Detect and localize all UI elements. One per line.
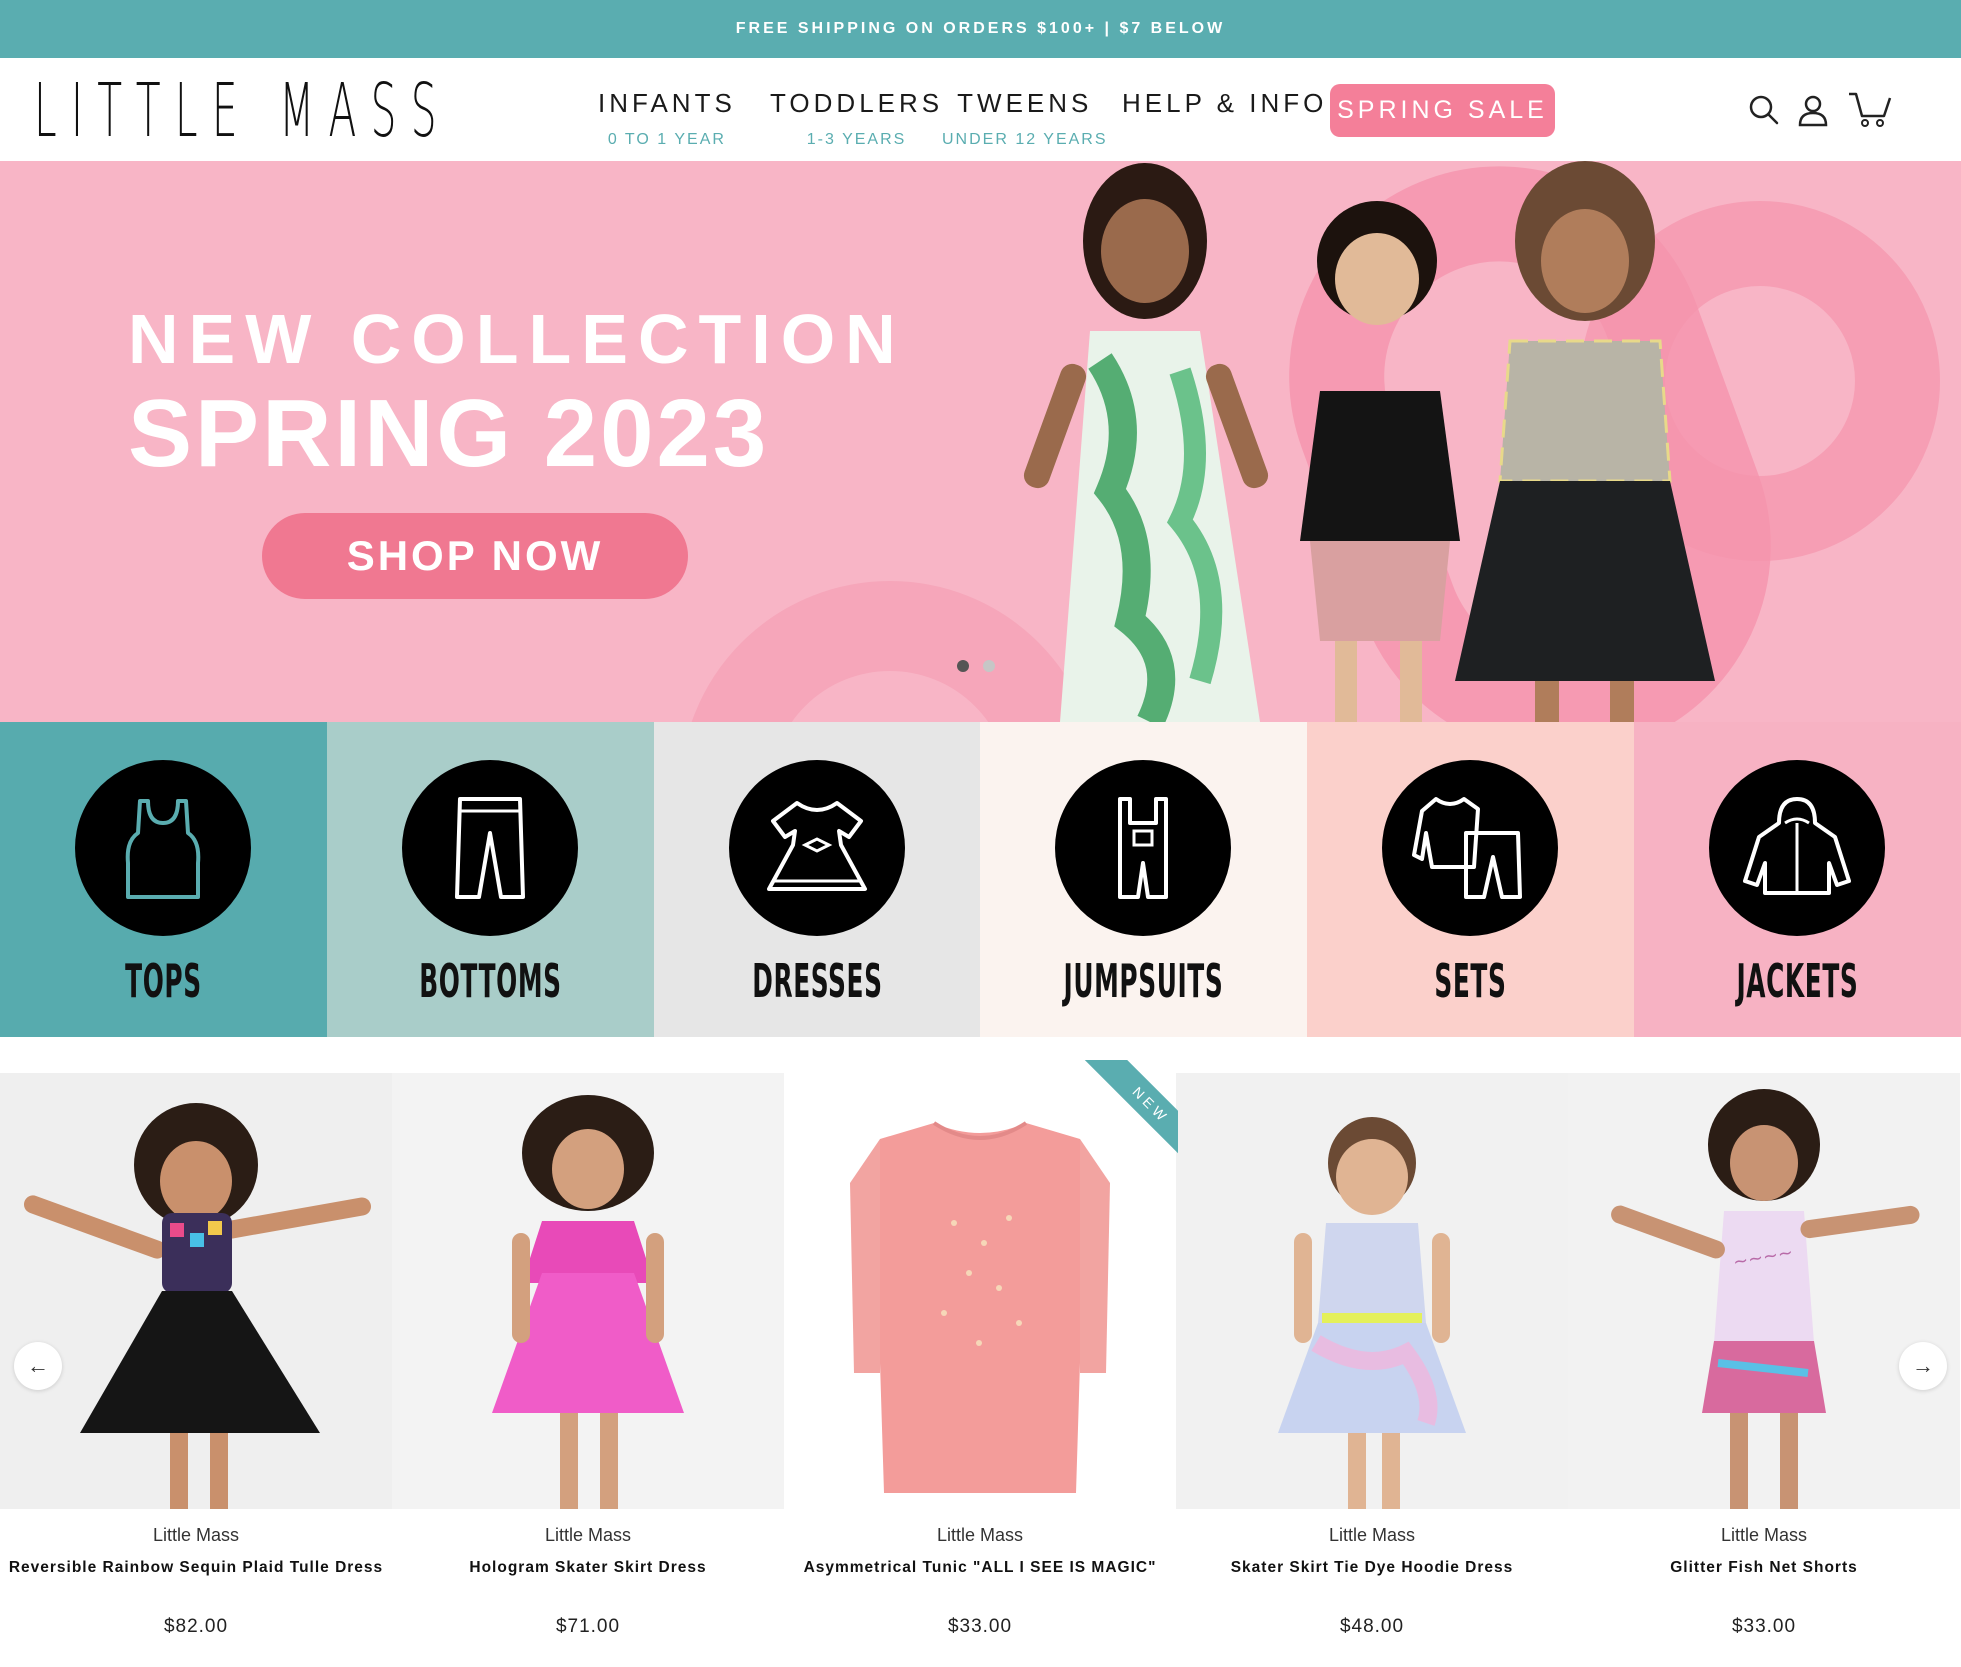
account-icon[interactable]	[1793, 90, 1833, 130]
nav-item-help-info[interactable]: HELP & INFO	[1122, 88, 1327, 119]
product-price: $48.00	[1339, 1616, 1405, 1637]
product-brand: Little Mass	[544, 1525, 632, 1545]
nav-item-infants[interactable]: INFANTS 0 TO 1 YEAR	[598, 88, 736, 149]
nav-label: HELP & INFO	[1122, 88, 1328, 118]
product-brand: Little Mass	[1720, 1525, 1808, 1545]
nav-label: TWEENS	[957, 88, 1093, 118]
hero-kids-photo	[1023, 161, 1715, 722]
product-price: $33.00	[947, 1616, 1013, 1637]
category-icon-circle	[1055, 760, 1232, 936]
category-grid: TOPS BOTTOMS DRESSES JUMPSUITS SETS JACK…	[0, 722, 1961, 1037]
product-card[interactable]: Little Mass Hologram Skater Skirt Dress …	[392, 1073, 784, 1667]
nav-label: INFANTS	[598, 88, 736, 118]
set-icon	[1412, 797, 1523, 899]
jacket-icon	[1743, 797, 1852, 895]
product-title[interactable]: Skater Skirt Tie Dye Hoodie Dress	[1176, 1559, 1568, 1577]
product-title[interactable]: Asymmetrical Tunic "ALL I SEE IS MAGIC"	[784, 1559, 1176, 1577]
dress-icon	[766, 801, 867, 891]
product-image[interactable]: ~~~~	[1568, 1073, 1960, 1509]
spring-sale-button[interactable]: SPRING SALE	[1330, 84, 1555, 137]
tank-top-icon	[125, 799, 201, 899]
hero-subtitle: NEW COLLECTION	[128, 300, 906, 378]
cart-icon[interactable]	[1846, 90, 1894, 130]
product-title[interactable]: Reversible Rainbow Sequin Plaid Tulle Dr…	[0, 1559, 392, 1577]
category-label: JUMPSUITS	[1063, 954, 1224, 1008]
category-label: BOTTOMS	[419, 954, 562, 1008]
shop-now-button[interactable]: SHOP NOW	[262, 513, 688, 599]
category-tops[interactable]: TOPS	[0, 722, 327, 1037]
hero-title: SPRING 2023	[128, 380, 770, 487]
new-badge: NEW	[1072, 1060, 1178, 1166]
slide-dot-1[interactable]	[957, 660, 969, 672]
product-image[interactable]	[1176, 1073, 1568, 1509]
category-label: JACKETS	[1736, 954, 1859, 1008]
slide-indicators	[957, 660, 995, 672]
nav-label: TODDLERS	[770, 88, 944, 118]
product-carousel: Little Mass Reversible Rainbow Sequin Pl…	[0, 1073, 1961, 1667]
nav-sublabel: 0 TO 1 YEAR	[607, 131, 726, 148]
product-price: $33.00	[1731, 1616, 1797, 1637]
product-title[interactable]: Glitter Fish Net Shorts	[1568, 1559, 1960, 1577]
pants-icon	[454, 797, 525, 899]
product-title[interactable]: Hologram Skater Skirt Dress	[392, 1559, 784, 1577]
product-brand: Little Mass	[936, 1525, 1024, 1545]
product-brand: Little Mass	[152, 1525, 240, 1545]
category-icon-circle	[1709, 760, 1886, 936]
new-badge-label: NEW	[1080, 1060, 1178, 1166]
carousel-prev-button[interactable]: ←	[14, 1342, 62, 1390]
nav-sublabel: UNDER 12 YEARS	[942, 131, 1108, 148]
product-price: $71.00	[555, 1616, 621, 1637]
category-sets[interactable]: SETS	[1307, 722, 1635, 1037]
category-icon-circle	[728, 760, 905, 936]
site-header: LITTLE MASS INFANTS 0 TO 1 YEAR TODDLERS…	[0, 58, 1961, 161]
category-icon-circle	[75, 760, 251, 936]
category-icon-circle	[1382, 760, 1559, 936]
nav-item-toddlers[interactable]: TODDLERS 1-3 YEARS	[770, 88, 943, 149]
product-image[interactable]	[392, 1073, 784, 1509]
category-jackets[interactable]: JACKETS	[1634, 722, 1961, 1037]
product-image[interactable]	[0, 1073, 392, 1509]
category-dresses[interactable]: DRESSES	[653, 722, 981, 1037]
nav-item-tweens[interactable]: TWEENS UNDER 12 YEARS	[942, 88, 1108, 149]
category-bottoms[interactable]: BOTTOMS	[326, 722, 654, 1037]
product-brand: Little Mass	[1328, 1525, 1416, 1545]
overalls-icon	[1118, 797, 1169, 899]
search-icon[interactable]	[1744, 90, 1784, 130]
carousel-next-button[interactable]: →	[1899, 1342, 1947, 1390]
slide-dot-2[interactable]	[983, 660, 995, 672]
category-label: TOPS	[125, 954, 202, 1008]
category-label: DRESSES	[751, 954, 883, 1008]
hero-banner[interactable]: NEW COLLECTION SPRING 2023 SHOP NOW	[0, 161, 1961, 722]
category-icon-circle	[401, 760, 578, 936]
logo[interactable]: LITTLE MASS	[34, 72, 451, 150]
category-label: SETS	[1434, 954, 1507, 1008]
product-card[interactable]: Little Mass Skater Skirt Tie Dye Hoodie …	[1176, 1073, 1568, 1667]
category-jumpsuits[interactable]: JUMPSUITS	[980, 722, 1308, 1037]
product-price: $82.00	[163, 1616, 229, 1637]
announcement-text: FREE SHIPPING ON ORDERS $100+ | $7 BELOW	[735, 20, 1226, 37]
nav-sublabel: 1-3 YEARS	[806, 131, 907, 148]
announcement-bar: FREE SHIPPING ON ORDERS $100+ | $7 BELOW	[0, 0, 1961, 58]
